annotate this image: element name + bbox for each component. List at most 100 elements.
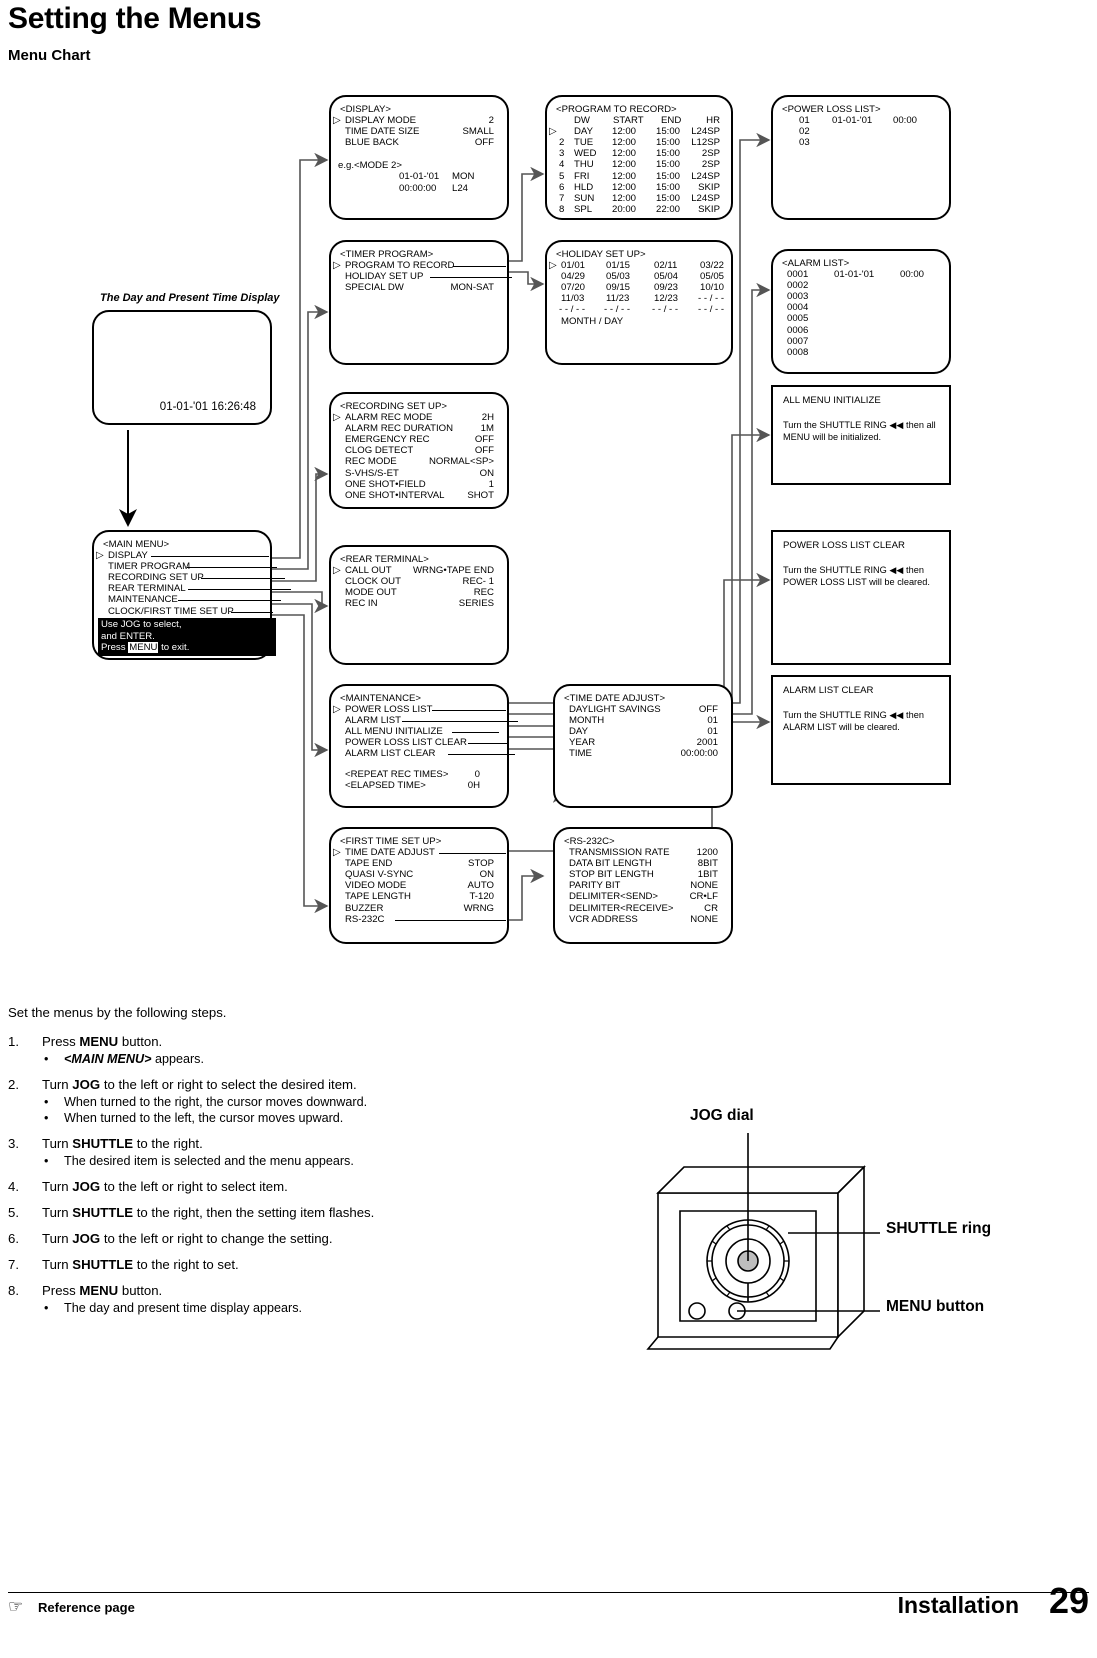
osd-box-display: <DISPLAY> ▷ DISPLAY MODE 2 TIME DATE SIZ… [329,95,509,220]
cell-hr: L24SP [691,126,720,138]
menu-item-label: ALARM REC MODE [345,412,433,424]
holiday-row: 07/20 09/15 09/23 10/10 [556,282,724,294]
info-box-all-menu-initialize: ALL MENU INITIALIZE Turn the SHUTTLE RIN… [771,385,951,485]
cursor-icon: ▷ [333,259,341,271]
menu-item: ▷ TIME DATE ADJUST [333,847,506,858]
menu-item-label: VCR ADDRESS [569,913,638,925]
menu-item-label: MODE OUT [345,587,397,599]
leader-line [402,721,518,723]
menu-item-value: 2001 [696,737,718,749]
menu-item-value: 2H [481,412,494,424]
menu-item: DAYLIGHT SAVINGS OFF [564,704,722,715]
bullet-icon: • [44,1111,49,1125]
menu-item: ALARM REC DURATION 1M [340,423,498,434]
menu-item-label: ALARM LIST CLEAR [345,748,436,760]
osd-box-recording-set-up: <RECORDING SET UP> ▷ ALARM REC MODE 2H A… [329,392,509,509]
menu-item: PARITY BIT NONE [564,880,722,891]
menu-item-value: NONE [690,913,718,925]
extra-value: 0H [467,779,480,791]
menu-item-label: PROGRAM TO RECORD [345,260,455,272]
menu-item-label: REC MODE [345,456,397,468]
cursor-icon: ▷ [333,846,341,858]
osd-box-rear-terminal: <REAR TERMINAL> ▷ CALL OUT WRNG•TAPE END… [329,545,509,665]
cell-start: 12:00 [612,159,637,171]
menu-item-value: REC- 1 [462,576,494,588]
menu-item: ALARM LIST CLEAR [340,748,515,760]
instructions-lead: Set the menus by the following steps. [8,1005,227,1020]
menu-item: REC MODE NORMAL<SP> [340,456,498,467]
bullet-icon: • [44,1052,49,1066]
bullet-text: The desired item is selected and the men… [64,1154,354,1168]
holiday-cell: 12/23 [654,293,679,305]
menu-item: REC IN SERIES [340,598,498,609]
step-number: 1. [8,1034,19,1049]
menu-item: YEAR 2001 [564,737,722,748]
menu-item-value: AUTO [467,880,494,892]
info-box-power-loss-list-clear: POWER LOSS LIST CLEAR Turn the SHUTTLE R… [771,530,951,665]
osd-box-rs232c: <RS-232C> TRANSMISSION RATE 1200 DATA BI… [553,827,733,944]
holiday-cell: 01/15 [606,260,631,272]
extra-label: <ELAPSED TIME> [345,779,426,791]
bullet-icon: • [44,1154,49,1168]
daytime-caption: The Day and Present Time Display [100,292,280,304]
leader-line [432,710,506,712]
leader-line [201,578,285,580]
leader-line [452,732,499,734]
leader-line [453,266,506,268]
menu-item-recording-set-up: RECORDING SET UP [103,572,285,584]
cursor-icon: ▷ [549,259,557,271]
list-item: 01 01-01-'01 00:00 [782,115,940,126]
program-to-record-header: DW START END HR [556,115,722,126]
col-dw: DW [574,115,590,127]
holiday-row: ▷ 01/01 01/15 02/11 03/22 [549,260,724,272]
menu-item-value: OFF [474,445,494,457]
help-line-1: Use JOG to select, [101,619,182,630]
list-item: 0007 [782,336,940,347]
menu-item-value: WRNG [463,902,494,914]
step-heading: Turn JOG to the left or right to select … [42,1077,668,1092]
menu-item-timer-program: TIMER PROGRAM [103,561,277,572]
table-row: 8 SPL 20:00 22:00 SKIP [556,204,722,215]
menu-item: MODE OUT REC [340,587,498,598]
menu-item-value: 01 [707,715,718,727]
display-row-value: SMALL [462,126,494,138]
holiday-cell: 01/01 [561,260,586,272]
entry-time: 00:00 [893,115,918,127]
maintenance-extra-row: <REPEAT REC TIMES> 0 [340,769,498,780]
menu-item-value: T-120 [469,891,494,903]
menu-item-label: HOLIDAY SET UP [345,271,424,283]
list-item: 0001 01-01-'01 00:00 [782,269,940,280]
holiday-cell: 07/20 [561,282,586,294]
menu-item-label: RECORDING SET UP [108,572,204,584]
entry-no: 0006 [787,324,809,336]
entry-no: 0008 [787,346,809,358]
step-6: 6. Turn JOG to the left or right to chan… [8,1231,668,1246]
step-post: to the left or right to select item. [100,1179,288,1194]
step-pre: Turn [42,1257,73,1272]
example-date: 01-01-'01 [399,171,440,183]
cursor-icon: ▷ [333,411,341,423]
menu-item-value: 1200 [696,847,718,859]
footer-section: Installation [897,1592,1019,1618]
step-3: 3. Turn SHUTTLE to the right. • The desir… [8,1136,668,1168]
menu-item-value: NONE [690,880,718,892]
step-bullet: • <MAIN MENU> appears. [42,1052,668,1066]
menu-item: POWER LOSS LIST CLEAR [340,737,507,748]
menu-chart: <DISPLAY> ▷ DISPLAY MODE 2 TIME DATE SIZ… [0,0,1097,990]
example-day: MON [452,171,475,183]
col-hr: HR [706,115,720,127]
shuttle-ring-label: SHUTTLE ring [886,1220,992,1237]
cell-start: 12:00 [612,181,637,193]
list-item: 0003 [782,291,940,302]
menu-item-label: DAY [569,726,589,738]
menu-item-label: CLOG DETECT [345,445,414,457]
step-heading: Turn SHUTTLE to the right to set. [42,1257,668,1272]
menu-button-label: MENU button [886,1298,985,1315]
pointing-hand-icon: ☞ [8,1597,24,1616]
menu-item-label: TAPE END [345,858,393,870]
cell-no: 7 [559,192,565,204]
step-8: 8. Press MENU button. • The day and prese… [8,1283,668,1315]
help-line-3: Press MENU to exit. [101,642,273,654]
menu-item: VIDEO MODE AUTO [340,880,498,891]
alarm-list-title: <ALARM LIST> [782,258,850,269]
